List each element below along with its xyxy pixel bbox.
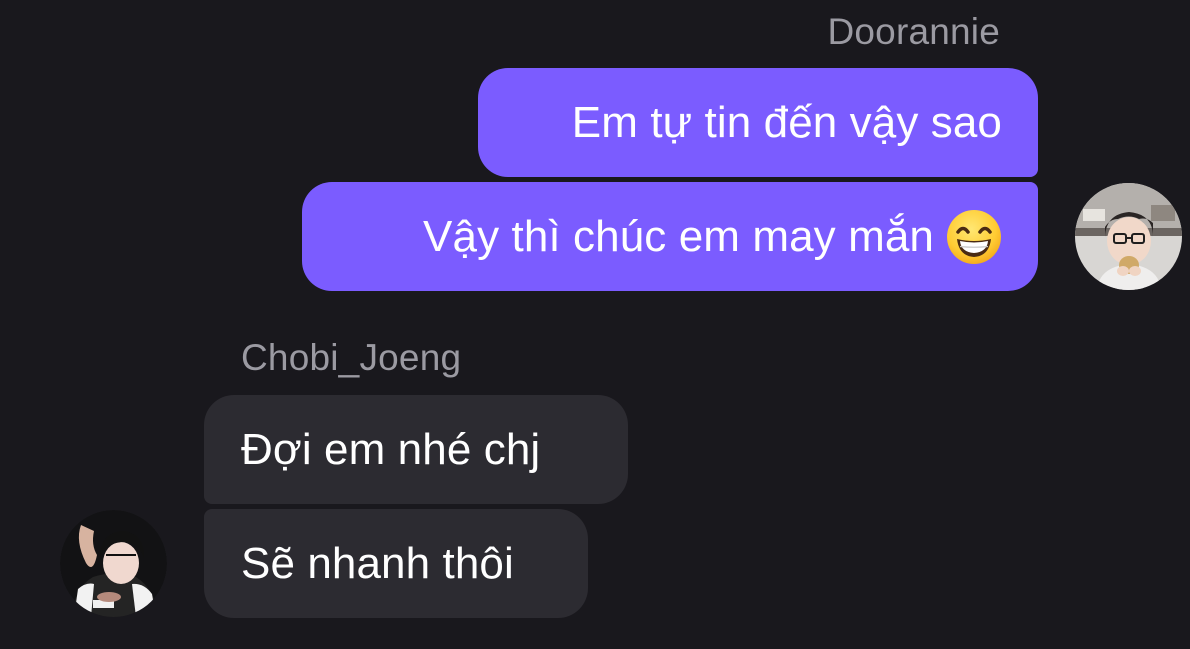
message-text: Sẽ nhanh thôi bbox=[241, 538, 514, 588]
message-bubble-incoming[interactable]: Sẽ nhanh thôi bbox=[204, 509, 588, 618]
message-bubble-outgoing[interactable]: Em tự tin đến vậy sao bbox=[478, 68, 1038, 177]
sender-name-doorannie: Doorannie bbox=[827, 11, 1000, 52]
message-bubble-incoming[interactable]: Đợi em nhé chj bbox=[204, 395, 628, 504]
chat-thread: Doorannie Em tự tin đến vậy sao Vậy thì … bbox=[0, 0, 1190, 649]
message-bubble-outgoing[interactable]: Vậy thì chúc em may mắn bbox=[302, 182, 1038, 291]
message-text: Đợi em nhé chj bbox=[241, 424, 541, 474]
grinning-face-emoji-icon bbox=[946, 209, 1002, 265]
chobi-joeng-avatar[interactable] bbox=[60, 510, 167, 617]
sender-name-chobi-joeng: Chobi_Joeng bbox=[241, 337, 462, 378]
message-text: Em tự tin đến vậy sao bbox=[571, 97, 1002, 147]
doorannie-avatar[interactable] bbox=[1075, 183, 1182, 290]
message-text: Vậy thì chúc em may mắn bbox=[423, 211, 934, 261]
